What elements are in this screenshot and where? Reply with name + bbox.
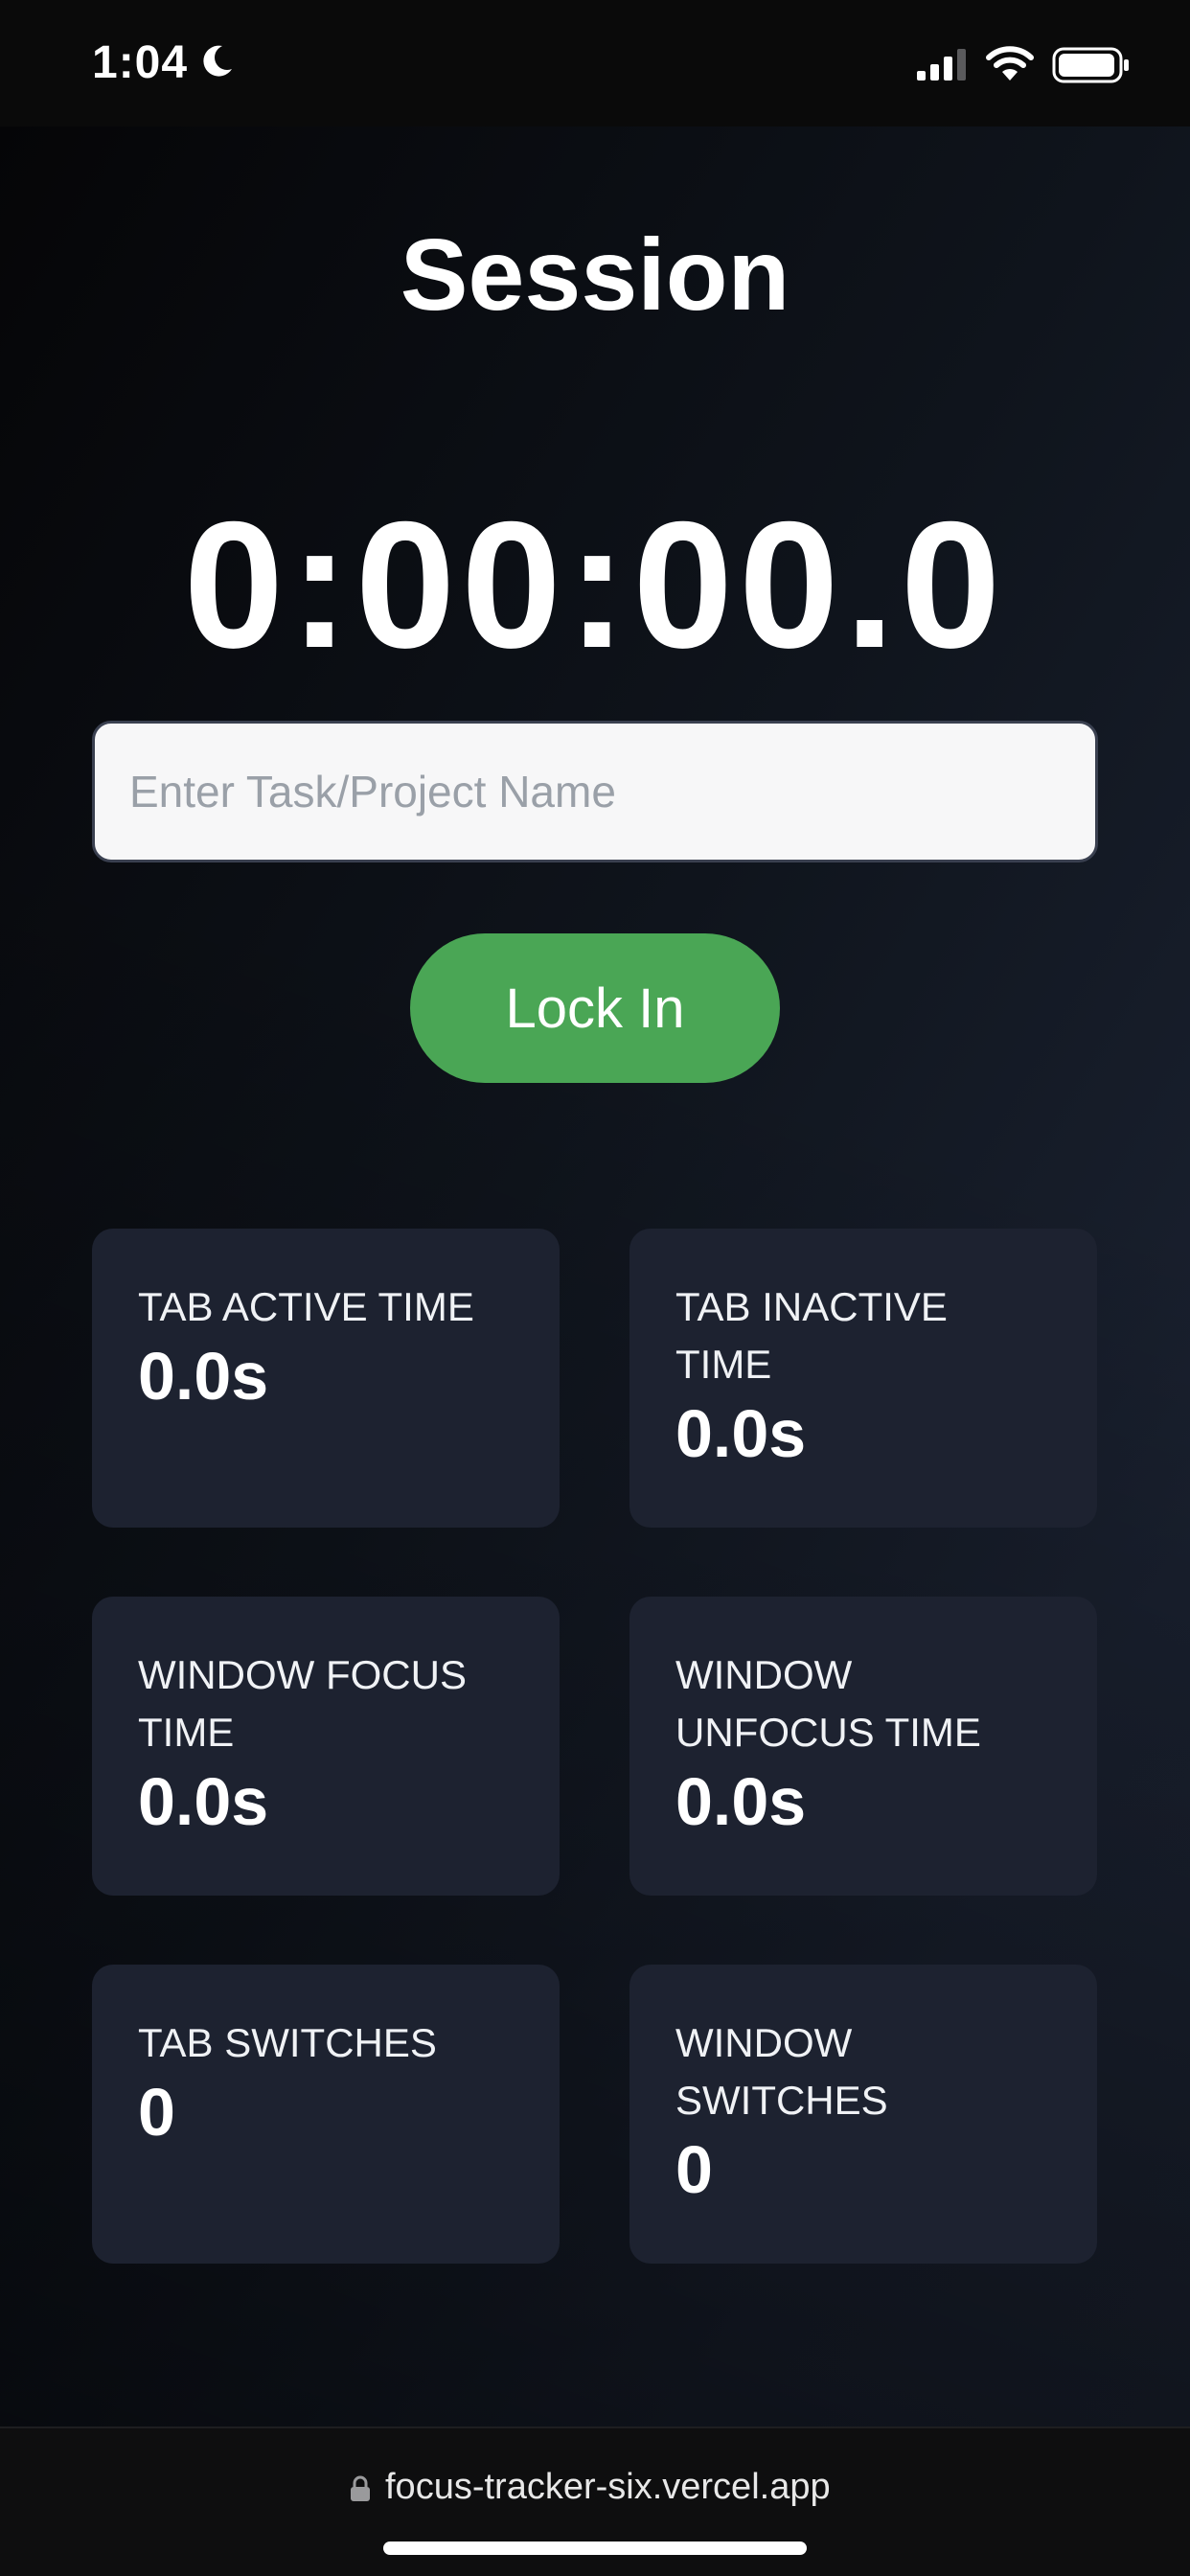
lock-in-button[interactable]: Lock In	[410, 933, 780, 1083]
task-name-input[interactable]	[92, 721, 1098, 862]
stat-card-window-focus-time: WINDOW FOCUS TIME 0.0s	[92, 1597, 560, 1896]
page-title: Session	[400, 218, 790, 332]
stat-value: 0.0s	[675, 1396, 807, 1471]
stat-label: TAB SWITCHES	[138, 2020, 437, 2065]
session-timer: 0:00:00.0	[183, 484, 1007, 685]
signal-icon	[917, 49, 966, 80]
status-time: 1:04	[92, 37, 189, 88]
url-text[interactable]: focus-tracker-six.vercel.app	[385, 2467, 831, 2508]
wifi-icon	[986, 46, 1034, 80]
battery-icon	[1052, 47, 1129, 83]
stat-card-tab-inactive-time: TAB INACTIVE TIME 0.0s	[629, 1229, 1097, 1528]
home-indicator[interactable]	[383, 2542, 807, 2555]
stat-value: 0	[675, 2132, 713, 2207]
stat-card-tab-active-time: TAB ACTIVE TIME 0.0s	[92, 1229, 560, 1528]
stat-label: WINDOW FOCUS TIME	[138, 1652, 467, 1755]
moon-icon	[203, 45, 232, 77]
stat-card-window-unfocus-time: WINDOW UNFOCUS TIME 0.0s	[629, 1597, 1097, 1896]
main-content: Session 0:00:00.0 Lock In TAB ACTIVE TIM…	[0, 126, 1190, 2426]
stat-label: WINDOW UNFOCUS TIME	[675, 1652, 981, 1755]
stat-value: 0.0s	[138, 1764, 269, 1839]
stat-label: TAB ACTIVE TIME	[138, 1284, 474, 1329]
stat-value: 0.0s	[138, 1339, 269, 1414]
status-bar: 1:04	[0, 0, 1190, 126]
lock-icon	[351, 2475, 370, 2501]
stat-value: 0	[138, 2075, 175, 2150]
stat-value: 0.0s	[675, 1764, 807, 1839]
stat-label: TAB INACTIVE TIME	[675, 1284, 948, 1387]
browser-address-bar[interactable]: focus-tracker-six.vercel.app	[0, 2426, 1190, 2576]
stat-label: WINDOW SWITCHES	[675, 2020, 888, 2123]
stat-card-window-switches: WINDOW SWITCHES 0	[629, 1965, 1097, 2264]
stat-card-tab-switches: TAB SWITCHES 0	[92, 1965, 560, 2264]
